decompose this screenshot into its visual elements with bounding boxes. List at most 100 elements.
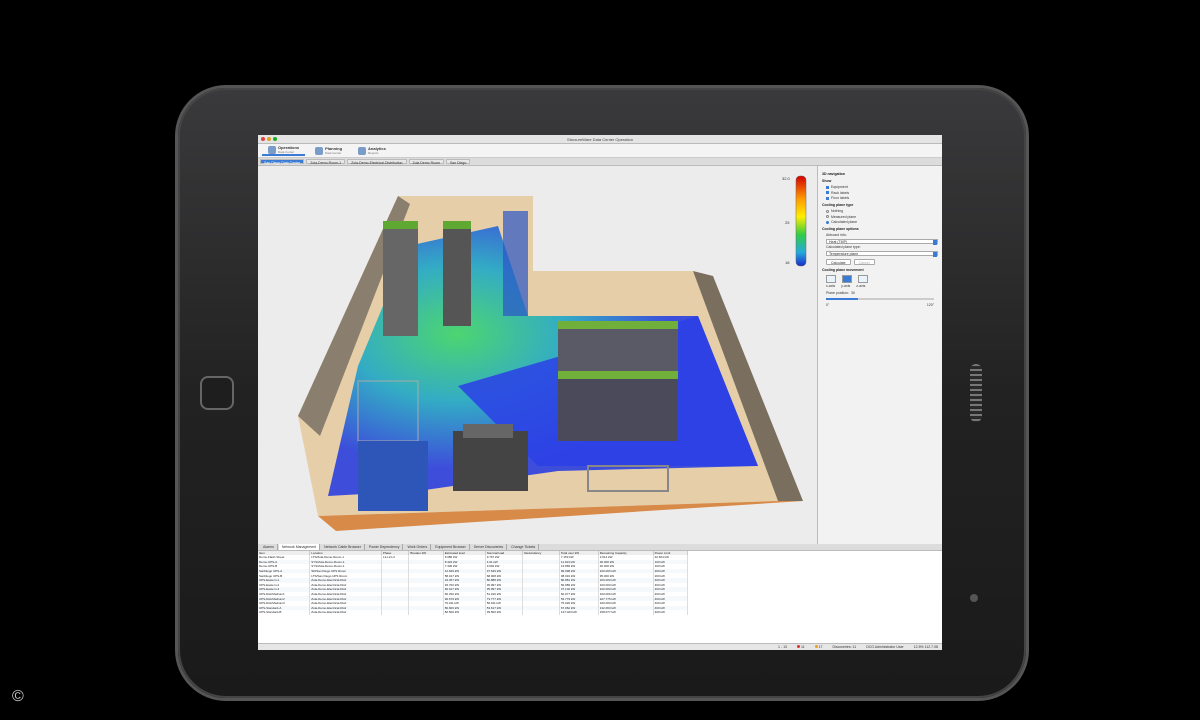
tab-san-diego[interactable]: San Diego [445,159,471,165]
bottom-tab[interactable]: Change Tickets [508,544,540,550]
plane-position-slider[interactable] [826,297,934,300]
z-axis-plane-icon[interactable] [858,274,868,283]
rack-row [558,376,678,441]
radio[interactable] [826,209,829,213]
mode-operations[interactable]: Operations Data Center [262,145,306,156]
window-title: StruxureWare Data Center Operation [567,137,633,142]
show-item-label: Rack labels [831,190,850,195]
checkbox[interactable] [826,196,829,200]
cooling-option-label: Calculated plane [831,220,858,224]
tab-zola-demo-electrical[interactable]: Zola-Demo-Electrical-Distribution [347,159,407,165]
y-axis-plane-icon[interactable] [842,274,852,283]
rack-row [558,371,678,379]
plane-position-label: Plane position: [826,290,849,295]
operations-icon [268,145,276,154]
plane-type-label: Calculated plane type: [826,245,861,249]
colorbar-mid: 25 [785,220,790,225]
bottom-tab[interactable]: Network Management [278,544,321,550]
table-body: Demo-Flash-Street LTS/Zola-Demo-Room-1 L1-… [258,555,689,615]
minimize-icon[interactable] [267,137,271,141]
colorbar-min: 18 [785,260,790,265]
bottom-tab[interactable]: Work Orders [404,544,432,550]
show-equipment[interactable]: Equipment [826,185,938,189]
mode-sub: Reports [368,151,379,155]
checkbox[interactable] [826,185,829,189]
section-cooling-plane-options[interactable]: Cooling plane options [822,227,938,231]
table-cell: UPS-Standard-B [258,610,311,615]
cancel-button[interactable]: Cancel [853,258,875,265]
bottom-tab[interactable]: Server Discoveries [471,544,508,550]
airboard-select[interactable]: Heat (TMP) [826,238,938,245]
document-tabs: San Diego Data Center Zola-Demo-Room-1 Z… [258,158,942,166]
analytics-icon [358,146,367,155]
plane-label: x-axis [826,283,836,288]
plane-type-select[interactable]: Temperature plane [826,250,938,257]
checkbox[interactable] [826,191,829,194]
tab-san-diego-data-center[interactable]: San Diego Data Center [260,159,305,165]
bottom-tab[interactable]: Network Cable Browser [321,544,365,550]
section-cooling-plane-movement[interactable]: Cooling plane movement [822,268,938,272]
user-text: DCO Administrator User [866,645,904,649]
bottom-tab[interactable]: Equipment Browser [432,544,470,550]
show-rack-labels[interactable]: Rack labels [826,191,938,195]
mode-analytics[interactable]: Analytics Reports [352,145,392,156]
cooling-option-nothing[interactable]: Nothing [826,209,938,213]
radio[interactable] [826,215,829,218]
close-icon[interactable] [261,137,265,141]
tab-zola-demo-room[interactable]: Zola Demo Room [408,159,444,165]
mode-sub: Data Center [278,150,295,154]
cooling-option-measured[interactable]: Measured plane [826,215,938,219]
home-button[interactable] [200,376,234,410]
section-3d-navigation[interactable]: 3D navigation [822,172,938,176]
slider-fill [826,297,859,300]
plane-position-value[interactable]: 30 [851,291,855,295]
mode-sub: Data Center [325,151,342,155]
3d-room-view[interactable]: 32.0 25 18 [258,166,818,544]
show-item-label: Floor labels [831,196,850,200]
maximize-icon[interactable] [273,137,277,141]
rack-row [443,226,471,326]
rack-row [558,321,678,329]
planning-icon [315,146,324,155]
main-area: 32.0 25 18 3D navigation Show Equipment … [258,166,942,544]
plane-position-row: Plane position: 30 [826,291,938,295]
camera-icon [970,594,978,602]
paging-text: 1 - 13 [778,645,787,649]
airboard-label: Airboard info: [826,233,847,237]
table-cell [381,610,410,615]
table-cell: 82.500 kW [443,610,486,615]
section-show[interactable]: Show [822,179,938,183]
tab-zola-demo-room-1[interactable]: Zola-Demo-Room-1 [306,159,346,165]
speaker-grille [970,364,982,422]
temperature-colorbar [795,175,807,267]
section-cooling-plane-type[interactable]: Cooling plane type [822,203,938,207]
crac-vents [463,424,513,438]
rack-row [383,226,418,336]
scale-min: 0" [826,302,830,307]
radio[interactable] [826,220,829,224]
window-controls [261,137,277,141]
crac-unit [453,431,528,491]
table-cell: Zola-Demo-Electrical-Distr [309,610,382,615]
mode-bar: Operations Data Center Planning Data Cente… [258,144,942,158]
discoveries-text[interactable]: Discoveries: 11 [833,644,857,650]
app-screen: StruxureWare Data Center Operation Opera… [258,135,942,650]
colorbar-max: 32.0 [782,176,791,181]
show-floor-labels[interactable]: Floor labels [826,196,938,200]
cooling-option-label: Measured plane [831,214,857,219]
table-row[interactable]: UPS-Standard-B Zola-Demo-Electrical-Distr… [258,610,689,615]
table-cell: 400 kW [653,610,689,615]
plane-label: y-axis [841,283,851,288]
warning-icon [814,645,818,648]
x-axis-plane-icon[interactable] [826,274,836,283]
table-cell: 39.500 kW [485,610,524,615]
critical-icon [796,645,800,648]
bottom-tab[interactable]: Alarms [260,544,278,550]
warning-count: 17 [818,645,823,649]
mode-planning[interactable]: Planning Data Center [309,145,348,156]
cooling-option-calculated[interactable]: Calculated plane [826,220,938,224]
critical-alarms[interactable]: 11 [796,644,805,650]
bottom-tab[interactable]: Power Dependency [366,544,404,550]
calculate-button[interactable]: Calculate [826,258,851,265]
warning-alarms[interactable]: 17 [814,644,823,650]
